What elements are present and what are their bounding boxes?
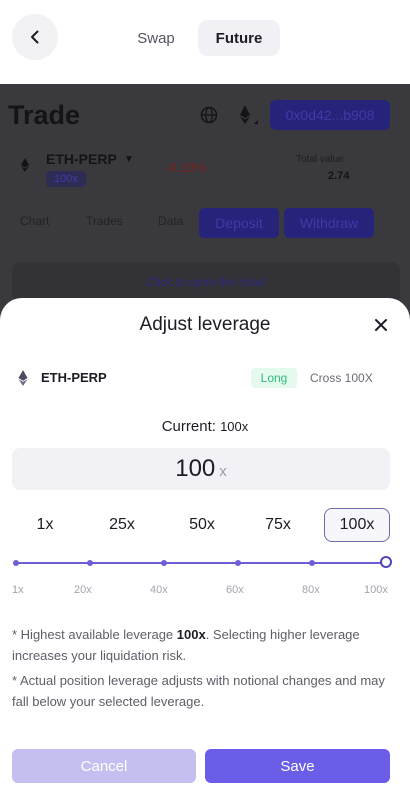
- leverage-input[interactable]: 100 x: [12, 448, 390, 490]
- tab-future[interactable]: Future: [198, 20, 280, 56]
- current-value: 100x: [220, 419, 249, 434]
- chevron-left-icon: [31, 30, 39, 44]
- slider-tick-label: 40x: [150, 584, 168, 596]
- page-title: Trade: [8, 100, 81, 130]
- note-position-leverage: * Actual position leverage adjusts with …: [12, 673, 385, 709]
- chart-placeholder[interactable]: Click to open the chart: [12, 262, 400, 302]
- adjust-leverage-sheet: Adjust leverage ETH-PERP Long Cross 100X…: [0, 298, 410, 800]
- note-max-leverage-value: 100x: [176, 627, 206, 642]
- deposit-button[interactable]: Deposit: [199, 208, 279, 238]
- slider-stop-80x[interactable]: [309, 560, 315, 566]
- leverage-input-value: 100: [175, 455, 216, 482]
- cancel-button[interactable]: Cancel: [12, 749, 196, 783]
- tab-data[interactable]: Data: [158, 214, 183, 228]
- current-leverage: Current: 100x: [0, 418, 410, 435]
- margin-mode: Cross 100X: [310, 371, 373, 385]
- pair-selector[interactable]: ETH-PERP: [46, 151, 117, 167]
- globe-icon[interactable]: [200, 106, 218, 124]
- slider-thumb[interactable]: [380, 556, 392, 568]
- preset-100x[interactable]: 100x: [324, 508, 390, 542]
- pair-name: ETH-PERP: [41, 370, 107, 385]
- network-eth-icon[interactable]: [232, 102, 258, 128]
- slider-tick-label: 80x: [302, 584, 320, 596]
- leverage-slider[interactable]: [13, 556, 392, 570]
- note-max-leverage: * Highest available leverage 100x. Selec…: [12, 624, 392, 666]
- total-value-label: Total value: [296, 154, 344, 165]
- withdraw-button[interactable]: Withdraw: [284, 208, 374, 238]
- slider-tick-label: 1x: [12, 584, 24, 596]
- save-button[interactable]: Save: [205, 749, 390, 783]
- close-icon: [375, 319, 387, 331]
- preset-75x[interactable]: 75x: [248, 508, 308, 542]
- back-button[interactable]: [12, 14, 58, 60]
- slider-track: [16, 562, 384, 564]
- close-button[interactable]: [370, 314, 392, 336]
- slider-stop-60x[interactable]: [235, 560, 241, 566]
- preset-25x[interactable]: 25x: [96, 508, 148, 542]
- leverage-input-unit: x: [219, 462, 227, 480]
- tab-chart[interactable]: Chart: [20, 214, 49, 228]
- eth-icon: [18, 370, 28, 386]
- slider-tick-label: 100x: [364, 584, 388, 596]
- tab-swap[interactable]: Swap: [126, 20, 186, 56]
- total-value: 2.74: [328, 170, 350, 182]
- preset-50x[interactable]: 50x: [172, 508, 232, 542]
- slider-stop-1x[interactable]: [13, 560, 19, 566]
- eth-icon: [21, 158, 29, 172]
- note-max-leverage-prefix: * Highest available leverage: [12, 627, 177, 642]
- slider-stop-40x[interactable]: [161, 560, 167, 566]
- wallet-address-button[interactable]: 0x0d42...b908: [270, 100, 390, 130]
- slider-tick-label: 60x: [226, 584, 244, 596]
- slider-stop-20x[interactable]: [87, 560, 93, 566]
- current-label: Current:: [161, 418, 216, 435]
- slider-tick-label: 20x: [74, 584, 92, 596]
- leverage-badge: 100x: [46, 171, 86, 187]
- caret-down-icon: ▼: [124, 154, 134, 165]
- top-nav: Swap Future: [0, 0, 410, 84]
- price-change: -0.19%: [165, 160, 207, 175]
- tab-trades[interactable]: Trades: [86, 214, 123, 228]
- side-badge: Long: [251, 368, 297, 388]
- sheet-title: Adjust leverage: [139, 314, 271, 335]
- preset-1x[interactable]: 1x: [22, 508, 68, 542]
